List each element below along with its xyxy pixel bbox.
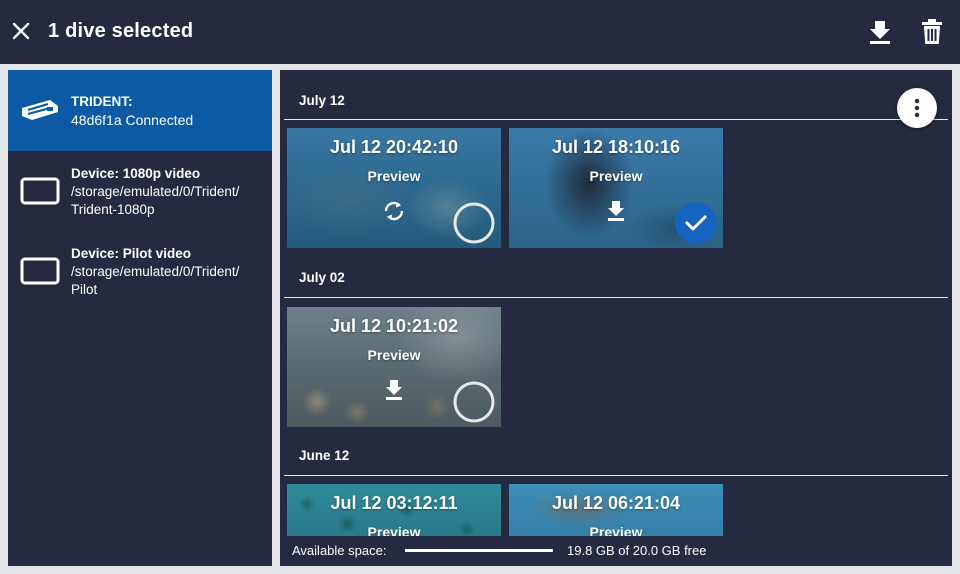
preview-label: Preview bbox=[367, 347, 421, 363]
device-path: /storage/emulated/0/Trident/ bbox=[71, 264, 240, 279]
selected-check-icon[interactable] bbox=[675, 202, 717, 244]
dive-thumbnail[interactable]: Jul 12 06:21:04 Preview bbox=[509, 484, 723, 536]
device-title: Device: Pilot video bbox=[71, 246, 192, 261]
device-sidebar: TRIDENT: 48d6f1a Connected Device: 1080p… bbox=[8, 70, 272, 566]
preview-label: Preview bbox=[367, 168, 421, 184]
dive-time: Jul 12 06:21:04 bbox=[551, 493, 681, 513]
section-divider bbox=[284, 119, 948, 120]
storage-rectangle-icon bbox=[20, 257, 60, 290]
close-icon[interactable] bbox=[8, 18, 34, 44]
device-path: Trident-1080p bbox=[71, 202, 155, 217]
more-vert-icon bbox=[914, 98, 920, 118]
download-icon[interactable] bbox=[867, 18, 893, 46]
dive-time: Jul 12 10:21:02 bbox=[329, 316, 459, 336]
section-date-label: June 12 bbox=[299, 448, 350, 463]
storage-bar-fill bbox=[405, 549, 552, 552]
dive-time: Jul 12 18:10:16 bbox=[551, 137, 681, 157]
preview-label: Preview bbox=[367, 524, 421, 536]
more-options-button[interactable] bbox=[897, 88, 937, 128]
trident-drone-icon bbox=[20, 98, 60, 127]
download-icon[interactable] bbox=[603, 198, 629, 224]
device-path: /storage/emulated/0/Trident/ bbox=[71, 184, 240, 199]
top-app-bar: 1 dive selected bbox=[0, 0, 960, 64]
device-path: Pilot bbox=[71, 282, 98, 297]
free-space-text: 19.8 GB of 20.0 GB free bbox=[567, 543, 707, 558]
dive-thumbnail[interactable]: Jul 12 20:42:10 Preview bbox=[287, 128, 501, 248]
dive-thumbnail[interactable]: Jul 12 03:12:11 Preview bbox=[287, 484, 501, 536]
preview-label: Preview bbox=[589, 168, 643, 184]
select-circle[interactable] bbox=[453, 381, 495, 423]
storage-rectangle-icon bbox=[20, 177, 60, 210]
sidebar-item-1080p-video[interactable]: Device: 1080p video /storage/emulated/0/… bbox=[8, 160, 272, 232]
selection-title: 1 dive selected bbox=[48, 20, 194, 42]
section-date-label: July 12 bbox=[299, 93, 345, 108]
sync-icon bbox=[381, 198, 407, 224]
device-title: TRIDENT: bbox=[71, 94, 133, 109]
section-divider bbox=[284, 475, 948, 476]
trash-icon[interactable] bbox=[919, 18, 945, 46]
download-icon[interactable] bbox=[381, 377, 407, 403]
device-status: 48d6f1a Connected bbox=[71, 112, 194, 128]
device-title: Device: 1080p video bbox=[71, 166, 201, 181]
dive-time: Jul 12 20:42:10 bbox=[329, 137, 459, 157]
dive-thumbnail[interactable]: Jul 12 10:21:02 Preview bbox=[287, 307, 501, 427]
section-date-label: July 02 bbox=[299, 270, 345, 285]
select-circle[interactable] bbox=[453, 202, 495, 244]
dive-list-panel: July 12 Jul 12 20:42:10 Preview Jul 12 1… bbox=[280, 70, 952, 566]
available-space-label: Available space: bbox=[292, 543, 387, 558]
storage-bar bbox=[405, 549, 553, 552]
storage-footer: Available space: 19.8 GB of 20.0 GB free bbox=[280, 536, 952, 566]
dive-time: Jul 12 03:12:11 bbox=[330, 493, 458, 513]
sidebar-item-pilot-video[interactable]: Device: Pilot video /storage/emulated/0/… bbox=[8, 240, 272, 312]
dive-thumbnail[interactable]: Jul 12 18:10:16 Preview bbox=[509, 128, 723, 248]
sidebar-item-trident[interactable]: TRIDENT: 48d6f1a Connected bbox=[8, 70, 272, 151]
preview-label: Preview bbox=[589, 524, 643, 536]
section-divider bbox=[284, 297, 948, 298]
